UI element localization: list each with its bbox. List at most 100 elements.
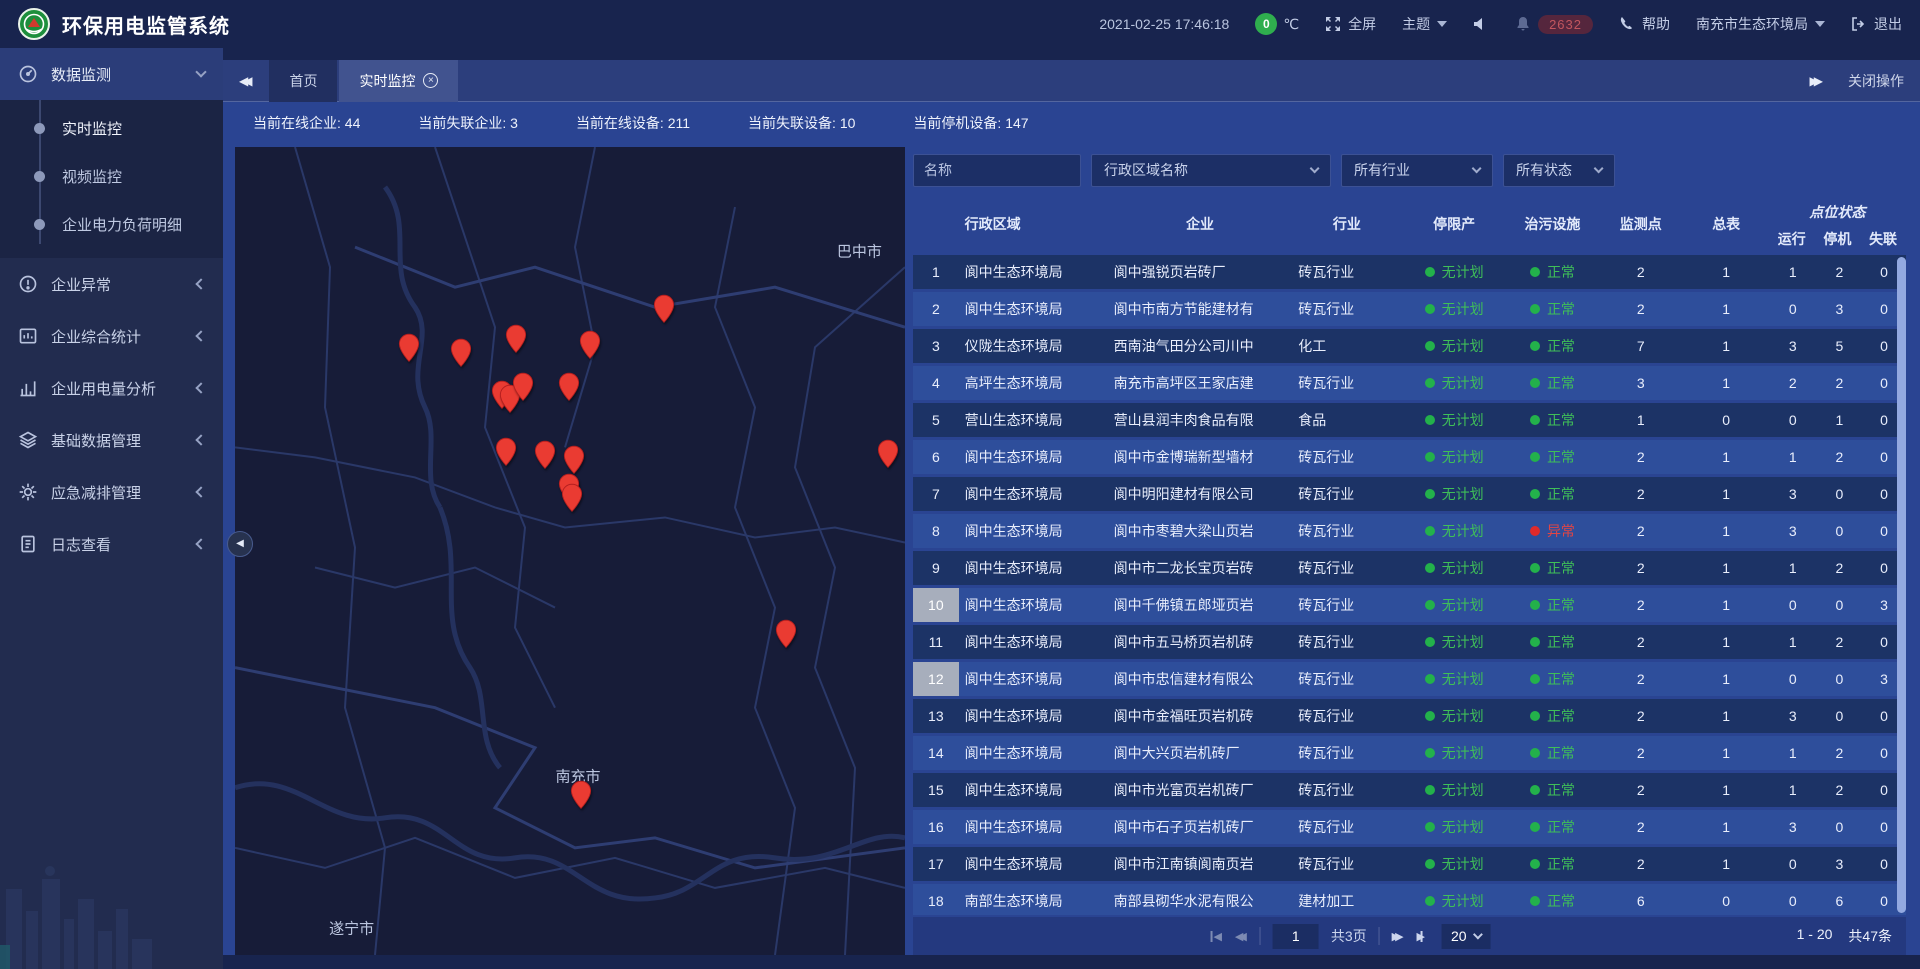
cell-facility-status: 正常 [1507,558,1598,578]
map-panel[interactable]: 巴中市南充市遂宁市 ◀ [235,147,905,955]
table-row[interactable]: 13阆中生态环境局阆中市金福旺页岩机砖砖瓦行业无计划正常21300 [913,699,1906,733]
map-pin[interactable] [561,483,583,513]
tab-实时监控[interactable]: 实时监控× [339,60,458,102]
sidebar-item[interactable]: 企业综合统计 [0,310,223,362]
table-row[interactable]: 10阆中生态环境局阆中千佛镇五郎垭页岩砖瓦行业无计划正常21003 [913,588,1906,622]
map-pin[interactable] [563,445,585,475]
sidebar-item[interactable]: 日志查看 [0,518,223,570]
close-actions-button[interactable]: 关闭操作 [1848,71,1904,91]
map-pin[interactable] [775,619,797,649]
table-row[interactable]: 7阆中生态环境局阆中明阳建材有限公司砖瓦行业无计划正常21300 [913,477,1906,511]
cell-index: 1 [913,255,959,289]
table-scrollbar[interactable] [1897,257,1906,913]
cell-facility-status: 正常 [1507,780,1598,800]
page-number-input[interactable]: 1 [1273,924,1319,949]
cell-limit-status: 无计划 [1402,410,1507,430]
cell-meters: 1 [1684,375,1769,391]
table-row[interactable]: 15阆中生态环境局阆中市光富页岩机砖厂砖瓦行业无计划正常21120 [913,773,1906,807]
map-pin[interactable] [558,372,580,402]
tabs-scroll-right-button[interactable]: ▶▶ [1810,74,1826,88]
logout-button[interactable]: 退出 [1851,14,1902,34]
cell-running: 3 [1769,708,1817,724]
table-row[interactable]: 8阆中生态环境局阆中市枣碧大梁山页岩砖瓦行业无计划异常21300 [913,514,1906,548]
sidebar-item[interactable]: 企业异常 [0,258,223,310]
map-pin[interactable] [653,294,675,324]
theme-dropdown[interactable]: 主题 [1402,14,1447,34]
stat-item: 当前在线设备: 211 [576,113,690,133]
cell-points: 7 [1598,338,1683,354]
total-pages-label: 共3页 [1331,926,1367,946]
page-size-select[interactable]: 20 [1442,924,1490,949]
app-title: 环保用电监管系统 [62,10,230,39]
table-row[interactable]: 5营山生态环境局营山县润丰肉食品有限食品无计划正常10010 [913,403,1906,437]
cell-stopped: 2 [1817,634,1863,650]
temperature: 0 ℃ [1255,13,1299,35]
table-row[interactable]: 18南部生态环境局南部县砌华水泥有限公建材加工无计划正常60060 [913,884,1906,915]
table-row[interactable]: 1阆中生态环境局阆中强锐页岩砖厂砖瓦行业无计划正常21120 [913,255,1906,289]
table-row[interactable]: 11阆中生态环境局阆中市五马桥页岩机砖砖瓦行业无计划正常21120 [913,625,1906,659]
region-filter-select[interactable]: 行政区域名称 [1091,154,1331,187]
table-row[interactable]: 4高坪生态环境局南充市高坪区王家店建砖瓦行业无计划正常31220 [913,366,1906,400]
cell-company: 阆中市枣碧大梁山页岩 [1108,521,1293,541]
cell-industry: 化工 [1292,336,1401,356]
cell-company: 阆中市五马桥页岩机砖 [1108,632,1293,652]
table-row[interactable]: 12阆中生态环境局阆中市忠信建材有限公砖瓦行业无计划正常21003 [913,662,1906,696]
sidebar-subitem[interactable]: 实时监控 [0,104,223,152]
table-row[interactable]: 9阆中生态环境局阆中市二龙长宝页岩砖砖瓦行业无计划正常21120 [913,551,1906,585]
table-row[interactable]: 16阆中生态环境局阆中市石子页岩机砖厂砖瓦行业无计划正常21300 [913,810,1906,844]
map-pin[interactable] [398,333,420,363]
map-pin[interactable] [534,440,556,470]
map-pin[interactable] [877,439,899,469]
map-pin[interactable] [579,330,601,360]
map-pin[interactable] [450,338,472,368]
table-row[interactable]: 6阆中生态环境局阆中市金博瑞新型墙材砖瓦行业无计划正常21120 [913,440,1906,474]
status-dot-icon [1530,563,1540,573]
next-page-button[interactable]: ▶▶ [1392,930,1405,943]
status-dot-icon [1530,748,1540,758]
status-dot-icon [1425,415,1435,425]
map-pin[interactable] [505,324,527,354]
sidebar-item[interactable]: 数据监测 [0,48,223,100]
cell-meters: 1 [1684,782,1769,798]
map-pin[interactable] [495,437,517,467]
cell-industry: 食品 [1292,410,1401,430]
sidebar-subitem[interactable]: 企业电力负荷明细 [0,200,223,248]
tab-strip [223,48,1920,60]
tabs-scroll-left-button[interactable]: ◀◀ [239,74,255,88]
help-button[interactable]: 帮助 [1619,14,1670,34]
sidebar-item[interactable]: 企业用电量分析 [0,362,223,414]
map-collapse-toggle[interactable]: ◀ [227,531,253,557]
chart-icon [18,378,38,398]
table-row[interactable]: 14阆中生态环境局阆中大兴页岩机砖厂砖瓦行业无计划正常21120 [913,736,1906,770]
cell-index: 17 [913,847,959,881]
notifications-button[interactable]: 2632 [1515,15,1593,34]
last-page-button[interactable]: ▶ [1417,930,1430,943]
map-pin[interactable] [570,780,592,810]
mute-button[interactable] [1473,16,1489,32]
fullscreen-button[interactable]: 全屏 [1325,14,1376,34]
map-pin[interactable] [512,372,534,402]
sidebar-subitem[interactable]: 视频监控 [0,152,223,200]
stats-bar: 当前在线企业: 44当前失联企业: 3当前在线设备: 211当前失联设备: 10… [223,102,1920,144]
sidebar-item[interactable]: 应急减排管理 [0,466,223,518]
table-row[interactable]: 17阆中生态环境局阆中市江南镇阆南页岩砖瓦行业无计划正常21030 [913,847,1906,881]
close-tab-icon[interactable]: × [423,73,438,88]
prev-page-button[interactable]: ◀◀ [1235,930,1248,943]
status-dot-icon [1425,859,1435,869]
table-row[interactable]: 3仪陇生态环境局西南油气田分公司川中化工无计划正常71350 [913,329,1906,363]
status-dot-icon [1530,267,1540,277]
tab-首页[interactable]: 首页 [269,60,337,102]
cell-limit-status: 无计划 [1402,484,1507,504]
first-page-button[interactable]: ◀ [1209,930,1222,943]
name-filter-input[interactable] [913,154,1081,187]
chevron-left-icon [195,382,206,393]
column-header-running: 运行 [1769,229,1815,249]
table-row[interactable]: 2阆中生态环境局阆中市南方节能建材有砖瓦行业无计划正常21030 [913,292,1906,326]
status-filter-select[interactable]: 所有状态 [1503,154,1615,187]
cell-index: 13 [913,699,959,733]
sidebar-item[interactable]: 基础数据管理 [0,414,223,466]
cell-region: 阆中生态环境局 [959,854,1108,874]
industry-filter-select[interactable]: 所有行业 [1341,154,1493,187]
org-dropdown[interactable]: 南充市生态环境局 [1696,14,1825,34]
fullscreen-icon [1325,16,1341,32]
